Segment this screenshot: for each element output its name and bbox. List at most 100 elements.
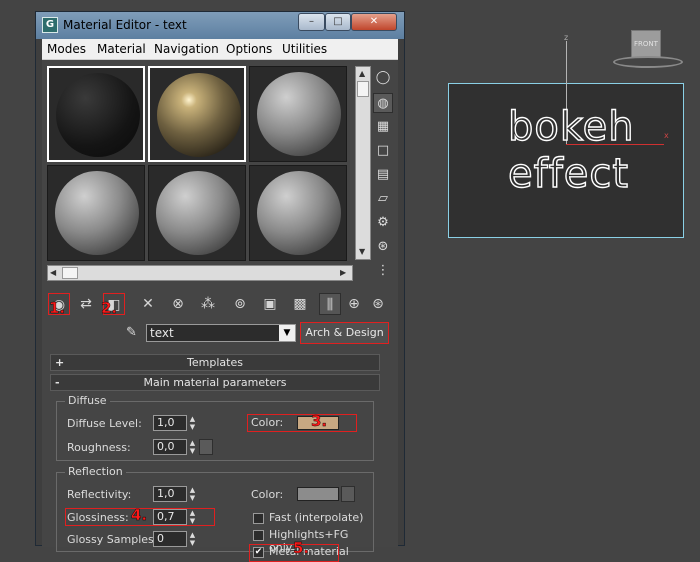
reflectivity-field[interactable]: 1,0 (153, 486, 187, 502)
window-title: Material Editor - text (63, 18, 187, 32)
diffuse-level-field[interactable]: 1,0 (153, 415, 187, 431)
material-map-navigator-icon[interactable]: ⋮ (373, 261, 393, 281)
material-sphere (55, 171, 139, 255)
spinner-arrows-icon[interactable]: ▲ ▼ (188, 439, 197, 455)
rollout-title: Main material parameters (143, 376, 287, 389)
scroll-left-icon[interactable]: ◀ (50, 268, 56, 277)
glossy-samples-field[interactable]: 0 (153, 531, 187, 547)
chevron-down-icon[interactable]: ▼ (279, 325, 295, 341)
eyedropper-icon[interactable]: ✎ (126, 325, 142, 341)
go-to-parent-icon[interactable]: ⫼ (319, 293, 341, 315)
highlights-fg-checkbox[interactable] (253, 530, 264, 541)
collapse-icon: - (55, 376, 60, 389)
reset-map-icon[interactable]: ✕ (137, 293, 159, 315)
fast-interpolate-checkbox[interactable] (253, 513, 264, 524)
select-by-material-icon[interactable]: ⊛ (373, 237, 393, 257)
uv-tiling-icon[interactable]: □ (373, 141, 393, 161)
show-end-result-icon[interactable]: ▩ (289, 293, 311, 315)
material-sphere (56, 73, 140, 157)
scroll-right-icon[interactable]: ▶ (340, 268, 346, 277)
reflection-group: Reflection Reflectivity: 1,0 ▲ ▼ Glossine… (56, 465, 374, 562)
make-unique-icon[interactable]: ⊗ (167, 293, 189, 315)
glossiness-field[interactable]: 0,7 (153, 509, 187, 525)
backlight-icon[interactable]: ◍ (373, 93, 393, 113)
spinner-arrows-icon[interactable]: ▲ ▼ (188, 509, 197, 525)
material-sphere (156, 171, 240, 255)
expand-icon: + (55, 356, 65, 369)
material-name-row: ✎ text ▼ Arch & Design (42, 321, 398, 345)
viewcube[interactable]: FRONT (613, 28, 683, 70)
menu-modes[interactable]: Modes (47, 42, 86, 56)
reflection-color-swatch[interactable] (297, 487, 339, 501)
material-id-channel-icon[interactable]: ⊚ (229, 293, 251, 315)
menu-bar: Modes Material Navigation Options Utilit… (42, 39, 398, 60)
make-preview-icon[interactable]: ▱ (373, 189, 393, 209)
title-bar[interactable]: G Material Editor - text – □ ✕ (36, 12, 404, 39)
diffuse-color-label: Color: (251, 416, 284, 429)
app-icon: G (42, 17, 58, 33)
marker-3: 3. (311, 412, 328, 430)
viewcube-compass-ring[interactable] (613, 56, 683, 68)
rollout-templates[interactable]: + Templates (50, 354, 380, 371)
maximize-button[interactable]: □ (325, 13, 351, 31)
menu-options[interactable]: Options (226, 42, 272, 56)
roughness-field[interactable]: 0,0 (153, 439, 187, 455)
marker-1: 1. (49, 299, 66, 317)
background-icon[interactable]: ▦ (373, 117, 393, 137)
viewport[interactable] (405, 0, 700, 546)
spinner-arrows-icon[interactable]: ▲ ▼ (188, 415, 197, 431)
reflection-color-map-button[interactable] (341, 486, 355, 502)
reflection-color-label: Color: (251, 488, 284, 501)
roughness-label: Roughness: (67, 441, 131, 454)
close-button[interactable]: ✕ (351, 13, 397, 31)
side-toolbar: ◯ ◍ ▦ □ ▤ ▱ ⚙ ⊛ ⋮ (373, 66, 395, 296)
fast-interpolate-label: Fast (interpolate) (269, 511, 364, 524)
rollout-panel: + Templates - Main material parameters D… (50, 354, 380, 562)
text-object-line1[interactable]: bokeh (507, 103, 635, 150)
material-editor-window: G Material Editor - text – □ ✕ Modes Mat… (35, 11, 405, 562)
material-name-value: text (150, 326, 174, 340)
group-title: Reflection (65, 465, 126, 478)
slots-vertical-scrollbar[interactable]: ▲ ▼ (355, 66, 371, 260)
put-to-library-icon[interactable]: ⁂ (197, 293, 219, 315)
slots-horizontal-scrollbar[interactable]: ◀ ▶ (47, 265, 353, 281)
spinner-arrows-icon[interactable]: ▲ ▼ (188, 531, 197, 547)
scroll-down-icon[interactable]: ▼ (359, 247, 365, 256)
diffuse-level-label: Diffuse Level: (67, 417, 142, 430)
scroll-up-icon[interactable]: ▲ (359, 69, 365, 78)
marker-4: 4. (131, 506, 148, 524)
marker-5: 5. (293, 539, 310, 557)
minimize-button[interactable]: – (298, 13, 325, 31)
metal-material-checkbox[interactable]: ✔ (253, 547, 264, 558)
scroll-thumb[interactable] (62, 267, 78, 279)
group-title: Diffuse (65, 394, 110, 407)
material-name-field[interactable]: text ▼ (146, 324, 296, 342)
video-color-check-icon[interactable]: ▤ (373, 165, 393, 185)
viewcube-label: FRONT (634, 40, 658, 48)
roughness-map-button[interactable] (199, 439, 213, 455)
sample-slot[interactable] (47, 66, 145, 162)
spinner-arrows-icon[interactable]: ▲ ▼ (188, 486, 197, 502)
put-to-scene-icon[interactable]: ⇄ (75, 293, 97, 315)
scroll-thumb[interactable] (357, 81, 369, 97)
sample-type-icon[interactable]: ◯ (373, 68, 393, 88)
menu-navigation[interactable]: Navigation (154, 42, 219, 56)
material-type-button[interactable]: Arch & Design (300, 322, 389, 344)
glossy-samples-label: Glossy Samples: (67, 533, 158, 546)
go-to-sibling-icon[interactable]: ⊛ (367, 293, 389, 315)
menu-utilities[interactable]: Utilities (282, 42, 327, 56)
text-object-line2[interactable]: effect (507, 150, 629, 197)
sample-slot[interactable] (249, 165, 347, 261)
show-map-in-viewport-icon[interactable]: ▣ (259, 293, 281, 315)
material-sphere (257, 171, 341, 255)
sample-slot[interactable] (47, 165, 145, 261)
options-icon[interactable]: ⚙ (373, 213, 393, 233)
sample-slot[interactable] (249, 66, 347, 162)
sample-slot[interactable] (148, 165, 246, 261)
marker-2: 2. (101, 299, 118, 317)
sample-slot[interactable] (148, 66, 246, 162)
go-forward-to-sibling-icon[interactable]: ⊕ (343, 293, 365, 315)
rollout-main-material-parameters[interactable]: - Main material parameters (50, 374, 380, 391)
menu-material[interactable]: Material (97, 42, 146, 56)
material-sphere (157, 73, 241, 157)
